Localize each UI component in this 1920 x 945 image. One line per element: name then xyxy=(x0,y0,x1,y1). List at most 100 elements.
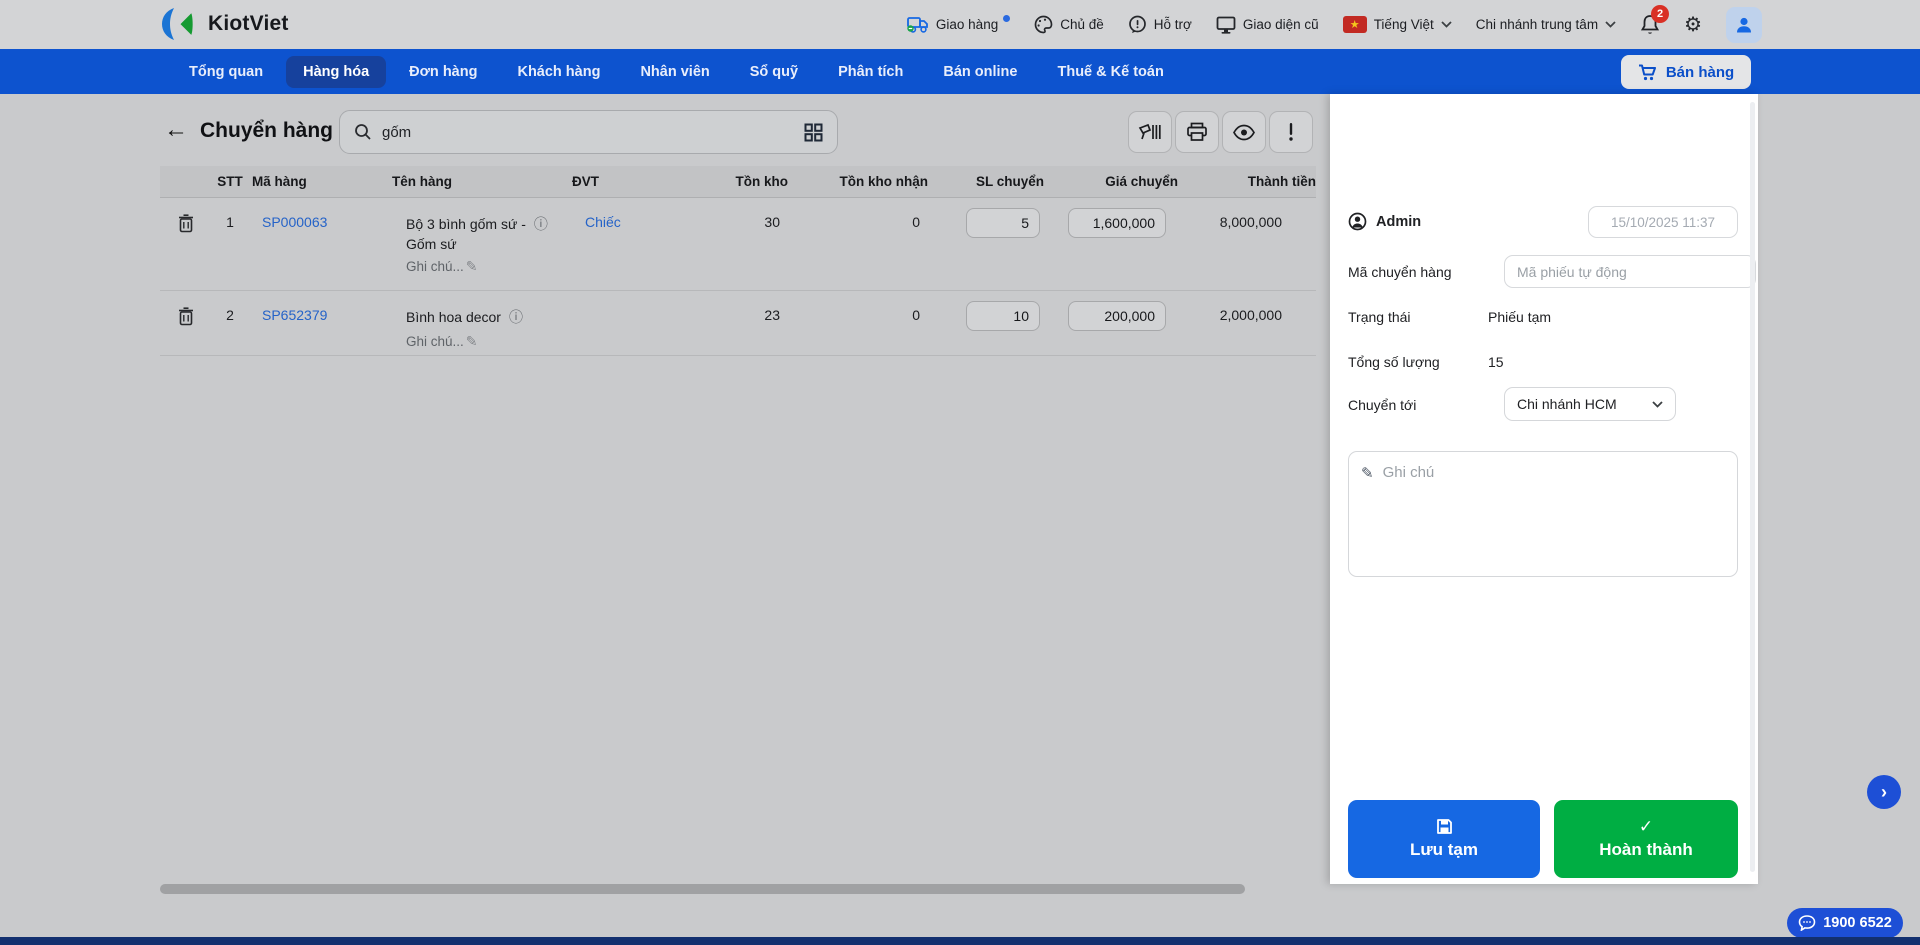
panel-scrollbar[interactable] xyxy=(1750,102,1755,872)
alert-icon xyxy=(1289,123,1293,141)
col-thanh-tien: Thành tiền xyxy=(1178,166,1316,198)
save-draft-button[interactable]: Lưu tạm xyxy=(1348,800,1540,878)
trash-icon xyxy=(179,213,193,232)
total-value: 8,000,000 xyxy=(1178,197,1316,291)
note-textarea[interactable]: ✎ Ghi chú xyxy=(1348,451,1738,577)
branch-selector[interactable]: Chi nhánh trung tâm xyxy=(1476,17,1616,32)
nav-so-quy[interactable]: Sổ quỹ xyxy=(733,56,815,88)
language-selector[interactable]: ★ Tiếng Việt xyxy=(1342,16,1452,33)
sell-button[interactable]: Bán hàng xyxy=(1621,55,1751,89)
kiotviet-logo-icon xyxy=(162,8,193,40)
nav-thue-ke-toan[interactable]: Thuế & Kế toán xyxy=(1040,56,1180,88)
sell-button-label: Bán hàng xyxy=(1665,63,1735,81)
status-value: Phiếu tạm xyxy=(1488,309,1552,325)
settings-button[interactable]: ⚙ xyxy=(1684,12,1702,37)
transfer-code-input[interactable] xyxy=(1504,255,1756,288)
brand-name: KiotViet xyxy=(208,12,289,35)
bottom-strip xyxy=(0,937,1920,945)
branch-label: Chi nhánh trung tâm xyxy=(1475,17,1599,32)
search-input[interactable] xyxy=(382,123,794,141)
chevron-down-icon xyxy=(1605,21,1616,28)
help-bubble-icon xyxy=(1128,15,1146,33)
transfer-detail-panel: Admin 15/10/2025 11:37 Mã chuyển hàng Tr… xyxy=(1330,94,1758,884)
nav-tong-quan[interactable]: Tổng quan xyxy=(172,56,280,88)
price-input[interactable]: 200,000 xyxy=(1068,300,1166,331)
col-sl-chuyen: SL chuyển xyxy=(928,166,1044,198)
support-label: Hỗ trợ xyxy=(1153,17,1192,32)
row-stt: 1 xyxy=(208,197,252,291)
notification-badge: 2 xyxy=(1651,4,1670,23)
info-icon[interactable]: ⓘ xyxy=(509,307,523,327)
delivery-label: Giao hàng xyxy=(935,17,999,32)
support-menu[interactable]: Hỗ trợ xyxy=(1128,15,1192,34)
info-icon[interactable]: ⓘ xyxy=(534,214,548,234)
col-ma-hang: Mã hàng xyxy=(252,166,392,198)
trash-icon xyxy=(179,306,193,325)
nav-khach-hang[interactable]: Khách hàng xyxy=(500,56,617,88)
gear-icon: ⚙ xyxy=(1684,14,1702,36)
col-ten-hang: Tên hàng xyxy=(392,166,572,198)
product-code-link[interactable]: SP652379 xyxy=(262,307,327,323)
transfer-datetime-field[interactable]: 15/10/2025 11:37 xyxy=(1588,206,1738,238)
delete-row-button[interactable] xyxy=(160,290,208,356)
chevron-down-icon xyxy=(1652,400,1663,408)
delete-row-button[interactable] xyxy=(160,197,208,291)
notifications-button[interactable]: 2 xyxy=(1640,4,1670,36)
nav-ban-online[interactable]: Bán online xyxy=(926,56,1034,88)
qty-input[interactable]: 10 xyxy=(966,300,1040,331)
old-ui-menu[interactable]: Giao diện cũ xyxy=(1216,16,1319,34)
preview-button[interactable] xyxy=(1222,111,1266,153)
row-note-button[interactable]: Ghi chú... ✎ xyxy=(406,258,572,275)
preview-icon xyxy=(1233,124,1255,140)
hotline-button[interactable]: 1900 6522 xyxy=(1787,908,1903,938)
qty-input[interactable]: 5 xyxy=(966,207,1040,238)
nav-hang-hoa[interactable]: Hàng hóa xyxy=(286,55,387,88)
chevron-down-icon xyxy=(1441,21,1452,28)
total-value: 2,000,000 xyxy=(1178,290,1316,356)
product-code-link[interactable]: SP000063 xyxy=(262,214,327,230)
destination-select[interactable]: Chi nhánh HCM xyxy=(1504,387,1676,421)
barcode-scan-icon xyxy=(1138,123,1161,140)
nav-don-hang[interactable]: Đơn hàng xyxy=(392,56,494,88)
current-user: Admin xyxy=(1376,213,1422,230)
alert-button[interactable] xyxy=(1269,111,1313,153)
nav-nhan-vien[interactable]: Nhân viên xyxy=(623,56,726,88)
pencil-icon: ✎ xyxy=(465,257,478,274)
price-input[interactable]: 1,600,000 xyxy=(1068,207,1166,238)
unit-link[interactable]: Chiếc xyxy=(585,214,621,230)
check-icon: ✓ xyxy=(1638,817,1654,836)
col-gia-chuyen: Giá chuyển xyxy=(1044,166,1178,198)
print-button[interactable] xyxy=(1175,111,1219,153)
theme-menu[interactable]: Chủ đề xyxy=(1034,15,1104,34)
product-search-box[interactable] xyxy=(339,110,838,154)
expand-panel-button[interactable]: › xyxy=(1867,775,1901,809)
cart-icon xyxy=(1638,64,1656,80)
horizontal-scrollbar[interactable] xyxy=(160,884,1245,894)
page-title: Chuyển hàng xyxy=(200,119,334,142)
chat-bubble-icon xyxy=(1798,915,1816,931)
note-placeholder: Ghi chú xyxy=(1382,464,1435,481)
back-button[interactable]: ← xyxy=(164,118,188,142)
col-ton-kho: Tồn kho xyxy=(682,166,788,198)
product-grid-icon[interactable] xyxy=(804,123,823,142)
user-icon xyxy=(1348,212,1367,231)
stock-receive-value: 0 xyxy=(788,290,928,356)
row-note-button[interactable]: Ghi chú... ✎ xyxy=(406,333,572,350)
kiotviet-logo[interactable]: KiotViet xyxy=(158,7,289,41)
theme-label: Chủ đề xyxy=(1060,17,1104,32)
user-avatar[interactable] xyxy=(1726,6,1762,43)
transfer-code-label: Mã chuyển hàng xyxy=(1348,264,1452,280)
nav-phan-tich[interactable]: Phân tích xyxy=(821,56,920,88)
complete-button[interactable]: ✓ Hoàn thành xyxy=(1554,800,1738,878)
barcode-scan-button[interactable] xyxy=(1128,111,1172,153)
delivery-menu[interactable]: Giao hàng xyxy=(907,15,1011,33)
save-icon xyxy=(1436,819,1452,834)
transfer-toolbar xyxy=(1128,111,1313,153)
stock-value: 30 xyxy=(682,197,788,291)
main-nav: Tổng quan Hàng hóa Đơn hàng Khách hàng N… xyxy=(0,49,1920,94)
search-icon xyxy=(355,124,371,140)
person-icon xyxy=(1737,17,1751,32)
destination-value: Chi nhánh HCM xyxy=(1517,396,1617,412)
old-ui-label: Giao diện cũ xyxy=(1242,17,1319,32)
col-ton-kho-nhan: Tồn kho nhận xyxy=(788,166,928,198)
